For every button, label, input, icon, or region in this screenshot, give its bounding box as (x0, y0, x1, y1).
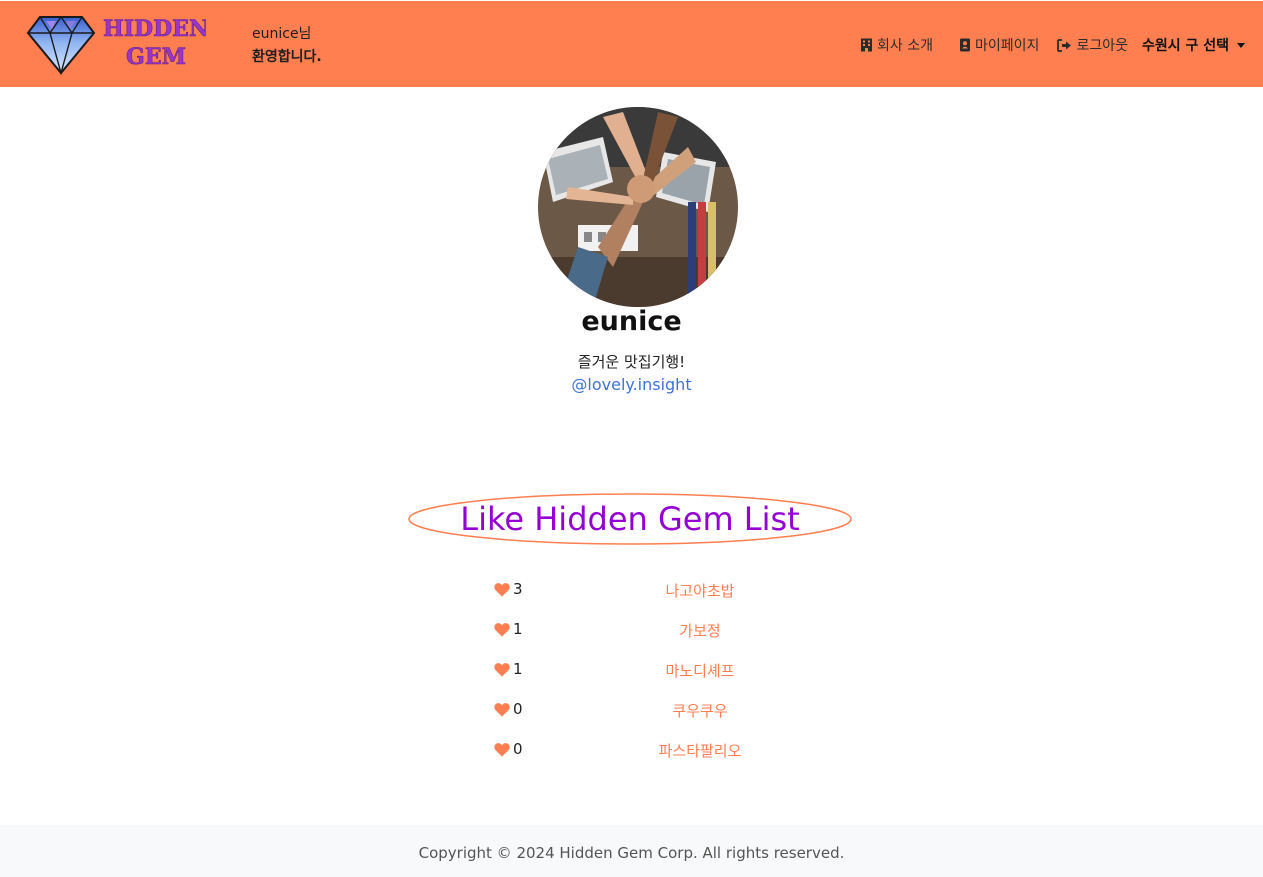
region-select-label: 수원시 구 선택 (1141, 38, 1229, 54)
nav-mypage-link[interactable]: 마이페이지 (959, 35, 1039, 55)
heart-icon[interactable] (494, 742, 510, 757)
hidden-gem-logo[interactable]: HIDDEN GEM (26, 13, 206, 77)
restaurant-link[interactable]: 쿠우쿠우 (600, 700, 800, 721)
heart-icon[interactable] (494, 622, 510, 637)
welcome-text: 환영합니다. (252, 49, 322, 65)
logo-text-line1: HIDDEN (103, 16, 206, 42)
nav-mypage-label: 마이페이지 (975, 38, 1040, 54)
profile-avatar (538, 107, 738, 307)
like-list-item: 1 가보정 (0, 618, 1263, 642)
footer: Copyright © 2024 Hidden Gem Corp. All ri… (0, 825, 1263, 877)
region-select-dropdown[interactable]: 수원시 구 선택 (1142, 35, 1245, 55)
restaurant-link[interactable]: 마노디셰프 (600, 660, 800, 681)
heart-icon[interactable] (494, 702, 510, 717)
like-list-item: 0 쿠우쿠우 (0, 698, 1263, 722)
profile-handle: @lovely.insight (0, 375, 1263, 394)
nav-about-label: 회사 소개 (877, 38, 934, 54)
nav-about-link[interactable]: 회사 소개 (860, 35, 933, 55)
profile-handle-link[interactable]: @lovely.insight (571, 375, 691, 394)
diamond-icon (26, 15, 96, 76)
like-list-title: Like Hidden Gem List (460, 500, 800, 538)
like-list-item: 3 나고야초밥 (0, 578, 1263, 602)
top-navbar: HIDDEN GEM eunice님 환영합니다. 회사 소개 마이페이지 로그… (0, 0, 1263, 87)
like-count: 0 (513, 700, 523, 718)
heart-icon[interactable] (494, 582, 510, 597)
like-count: 1 (513, 660, 523, 678)
nav-links: 회사 소개 마이페이지 로그아웃 수원시 구 선택 (860, 34, 1245, 56)
logo-text-line2: GEM (126, 44, 186, 70)
caret-down-icon (1237, 42, 1245, 48)
welcome-user: eunice님 (252, 26, 312, 42)
restaurant-link[interactable]: 가보정 (600, 620, 800, 641)
heart-icon[interactable] (494, 662, 510, 677)
logout-icon (1057, 38, 1072, 52)
building-icon (861, 38, 873, 52)
restaurant-link[interactable]: 나고야초밥 (600, 580, 800, 601)
contact-book-icon (960, 38, 971, 52)
profile-name: eunice (581, 306, 682, 337)
copyright-text: Copyright © 2024 Hidden Gem Corp. All ri… (418, 844, 845, 862)
restaurant-link[interactable]: 파스타팔리오 (600, 740, 800, 761)
like-list-heading: Like Hidden Gem List (406, 492, 854, 546)
nav-logout-link[interactable]: 로그아웃 (1057, 35, 1128, 55)
like-count: 1 (513, 620, 523, 638)
nav-logout-label: 로그아웃 (1076, 38, 1128, 54)
profile-bio: 즐거운 맛집기행! (577, 353, 686, 371)
like-list-item: 0 파스타팔리오 (0, 738, 1263, 762)
like-count: 0 (513, 740, 523, 758)
like-count: 3 (513, 580, 523, 598)
welcome-message: eunice님 환영합니다. (252, 23, 322, 69)
like-list-item: 1 마노디셰프 (0, 658, 1263, 682)
